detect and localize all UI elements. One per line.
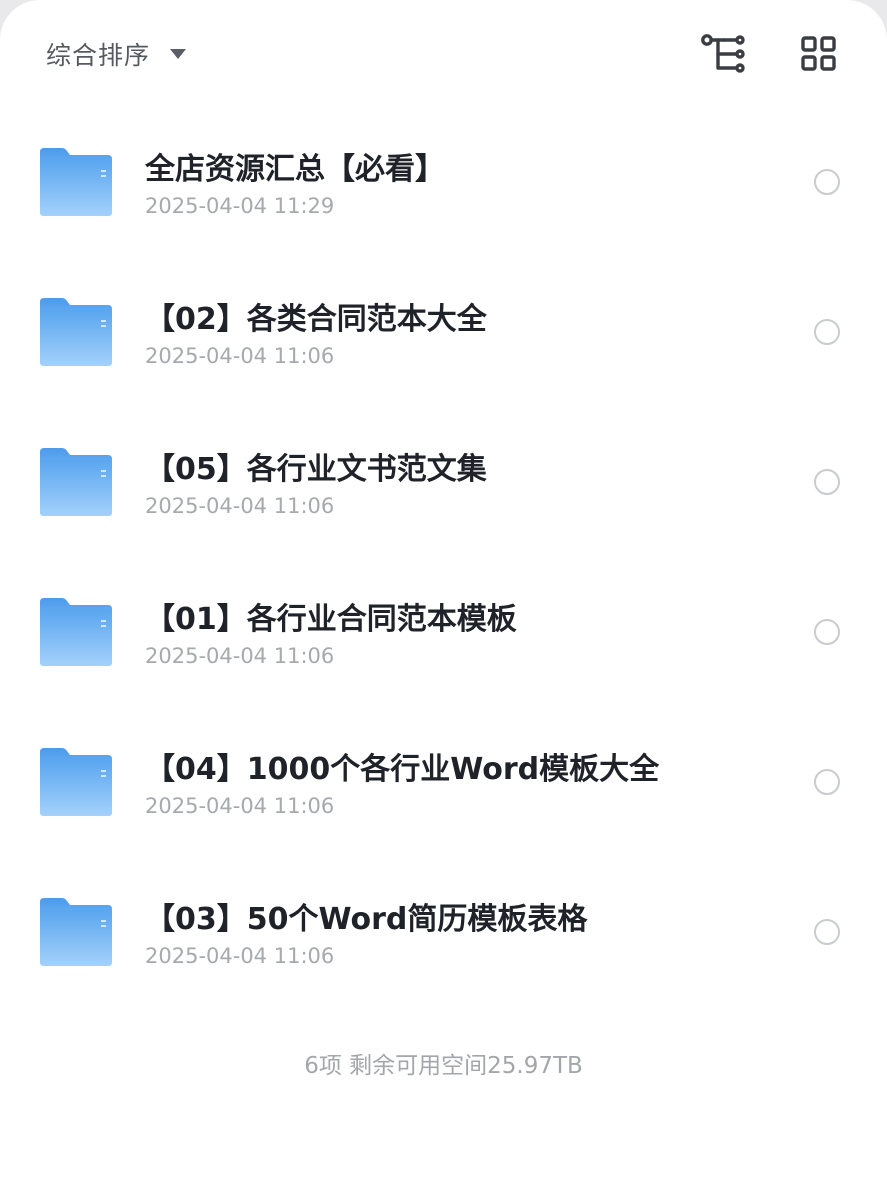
- file-name: 全店资源汇总【必看】: [145, 152, 445, 187]
- list-item[interactable]: 【05】各行业文书范文集 2025-04-04 11:06: [0, 406, 887, 556]
- select-radio[interactable]: [814, 469, 840, 495]
- folder-icon: [38, 596, 114, 668]
- file-date: 2025-04-04 11:06: [145, 494, 335, 518]
- folder-icon: [38, 896, 114, 968]
- file-browser-panel: 综合排序 全店资源汇总【必看】 2025-04-04 11:29 【02】各类合…: [0, 0, 887, 1183]
- sort-dropdown[interactable]: 综合排序: [46, 34, 187, 74]
- select-radio[interactable]: [814, 169, 840, 195]
- folder-tree-icon[interactable]: [700, 32, 746, 76]
- file-name: 【01】各行业合同范本模板: [145, 602, 517, 637]
- select-radio[interactable]: [814, 619, 840, 645]
- file-name: 【03】50个Word简历模板表格: [145, 902, 588, 937]
- file-list: 全店资源汇总【必看】 2025-04-04 11:29 【02】各类合同范本大全…: [0, 106, 887, 1006]
- select-radio[interactable]: [814, 319, 840, 345]
- file-date: 2025-04-04 11:06: [145, 644, 335, 668]
- storage-summary: 6项 剩余可用空间25.97TB: [304, 1053, 583, 1079]
- folder-icon: [38, 296, 114, 368]
- toolbar: 综合排序: [0, 0, 887, 108]
- folder-icon: [38, 146, 114, 218]
- grid-view-icon[interactable]: [796, 32, 842, 76]
- list-item[interactable]: 全店资源汇总【必看】 2025-04-04 11:29: [0, 106, 887, 256]
- file-date: 2025-04-04 11:06: [145, 344, 335, 368]
- select-radio[interactable]: [814, 769, 840, 795]
- file-date: 2025-04-04 11:06: [145, 794, 335, 818]
- list-item[interactable]: 【04】1000个各行业Word模板大全 2025-04-04 11:06: [0, 706, 887, 856]
- folder-icon: [38, 446, 114, 518]
- caret-down-icon: [170, 49, 187, 59]
- list-item[interactable]: 【03】50个Word简历模板表格 2025-04-04 11:06: [0, 856, 887, 1006]
- file-date: 2025-04-04 11:06: [145, 944, 335, 968]
- file-date: 2025-04-04 11:29: [145, 194, 335, 218]
- sort-label: 综合排序: [46, 41, 151, 70]
- folder-icon: [38, 746, 114, 818]
- list-item[interactable]: 【01】各行业合同范本模板 2025-04-04 11:06: [0, 556, 887, 706]
- file-name: 【02】各类合同范本大全: [145, 302, 487, 337]
- list-item[interactable]: 【02】各类合同范本大全 2025-04-04 11:06: [0, 256, 887, 406]
- file-name: 【05】各行业文书范文集: [145, 452, 487, 487]
- select-radio[interactable]: [814, 919, 840, 945]
- file-name: 【04】1000个各行业Word模板大全: [145, 752, 660, 787]
